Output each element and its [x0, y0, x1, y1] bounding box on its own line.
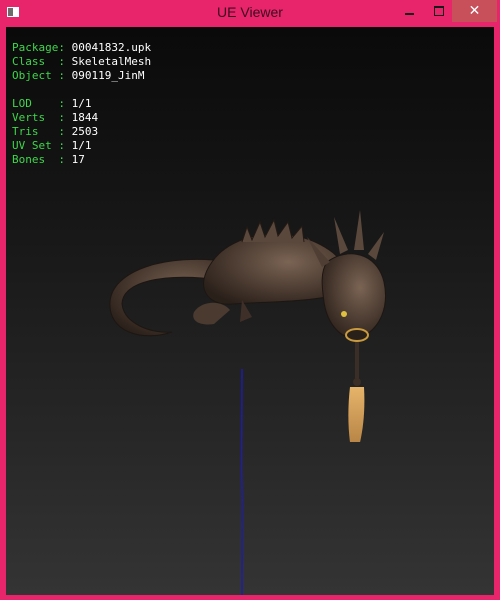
title-bar[interactable]: UE Viewer ✕ [0, 0, 500, 26]
info-row-uvset: UV Set : 1/1 [12, 139, 151, 153]
info-label: UV Set : [12, 139, 65, 152]
info-row-verts: Verts : 1844 [12, 111, 151, 125]
info-row-lod: LOD : 1/1 [12, 97, 151, 111]
dragon-mesh[interactable] [102, 192, 392, 442]
info-value: 17 [71, 153, 85, 166]
info-value: 1/1 [71, 97, 92, 110]
mesh-info-overlay: Package: 00041832.upk Class : SkeletalMe… [12, 41, 151, 167]
info-label: Verts : [12, 111, 65, 124]
info-value: 2503 [71, 125, 99, 138]
info-value: SkeletalMesh [71, 55, 152, 68]
app-window: UE Viewer ✕ Package: 00041832.upk Class … [0, 0, 500, 600]
info-row-tris: Tris : 2503 [12, 125, 151, 139]
info-label: Bones : [12, 153, 65, 166]
info-value: 00041832.upk [71, 41, 152, 54]
info-value: 1/1 [71, 139, 92, 152]
info-label: LOD : [12, 97, 65, 110]
close-icon: ✕ [468, 3, 481, 19]
info-label: Package: [12, 41, 65, 54]
close-button[interactable]: ✕ [452, 0, 497, 22]
info-row-bones: Bones : 17 [12, 153, 151, 167]
info-row-package: Package: 00041832.upk [12, 41, 151, 55]
3d-viewport[interactable]: Package: 00041832.upk Class : SkeletalMe… [6, 27, 494, 595]
info-row-object: Object : 090119_JinM [12, 69, 151, 83]
info-label: Tris : [12, 125, 65, 138]
minimize-icon [404, 13, 414, 15]
info-row-class: Class : SkeletalMesh [12, 55, 151, 69]
info-value: 090119_JinM [71, 69, 145, 82]
info-value: 1844 [71, 111, 99, 124]
info-label: Object : [12, 69, 65, 82]
maximize-icon [434, 6, 444, 16]
maximize-button[interactable] [425, 0, 453, 22]
minimize-button[interactable] [395, 0, 423, 22]
info-label: Class : [12, 55, 65, 68]
